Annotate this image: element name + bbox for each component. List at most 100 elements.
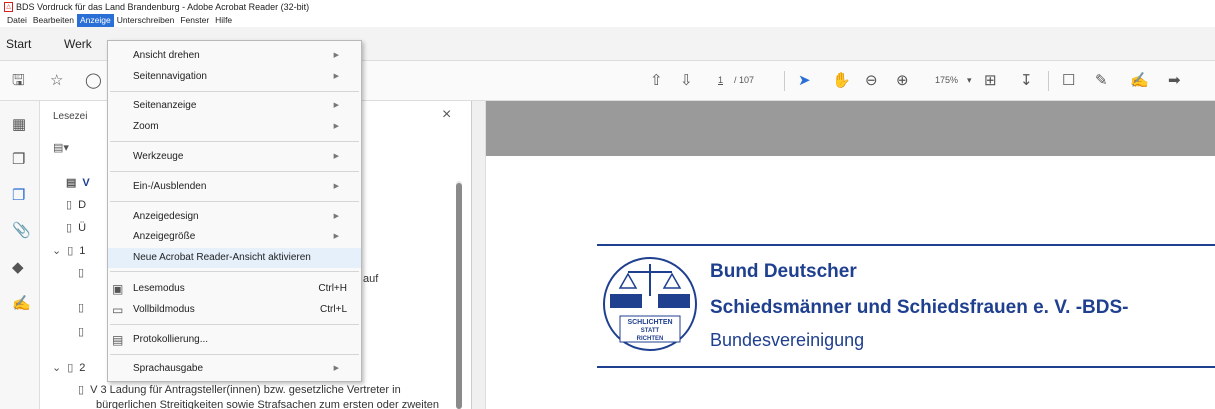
close-icon[interactable]: × (442, 106, 451, 124)
menu-bearbeiten[interactable]: Bearbeiten (30, 14, 77, 27)
tab-werkzeuge[interactable]: Werk (64, 37, 92, 51)
pdf-app-icon: △ (4, 2, 13, 12)
document-view[interactable]: SCHLICHTEN STATT RICHTEN Bund Deutscher … (472, 101, 1215, 409)
menu-item-ansicht-drehen[interactable]: Ansicht drehen ▶ (108, 46, 361, 66)
scrollbar-thumb[interactable] (456, 183, 462, 409)
menu-datei[interactable]: Datei (4, 14, 30, 27)
select-arrow-icon[interactable]: ➤ (798, 72, 811, 90)
menu-hilfe[interactable]: Hilfe (212, 14, 235, 27)
menu-item-anzeigegroesse[interactable]: Anzeigegröße ▶ (108, 227, 361, 247)
zoom-level-select[interactable]: 175% (935, 75, 958, 85)
fit-page-icon[interactable]: ⊞ (984, 72, 997, 90)
menu-fenster[interactable]: Fenster (177, 14, 212, 27)
zoom-in-icon[interactable]: ⊕ (896, 72, 909, 90)
submenu-arrow-icon: ▶ (333, 123, 339, 130)
highlight-pen-icon[interactable]: ✎ (1095, 72, 1108, 90)
star-icon[interactable]: ☆ (50, 72, 63, 90)
read-mode-icon: ▣ (112, 282, 124, 296)
signature-icon[interactable]: ✍ (12, 294, 31, 312)
bookmark-item[interactable]: ▯ V 3 Ladung für Antragsteller(innen) bzw… (78, 383, 401, 396)
share-icon[interactable]: ◯ (85, 72, 102, 90)
menu-separator (110, 354, 359, 355)
chevron-down-icon[interactable]: ⌄ (52, 245, 61, 257)
menu-item-zoom[interactable]: Zoom ▶ (108, 117, 361, 137)
bookmark-item[interactable]: ▯ (78, 301, 90, 314)
header-rule-bottom (597, 366, 1215, 368)
page-up-icon[interactable]: ⇧ (650, 72, 663, 90)
bookmark-icon: ▯ (66, 222, 73, 234)
menu-bar: Datei Bearbeiten Anzeige Unterschreiben … (0, 14, 1215, 27)
menu-separator (110, 141, 359, 142)
attachment-icon[interactable]: 📎 (12, 221, 31, 239)
toolbar-divider (784, 71, 785, 91)
menu-separator (110, 271, 359, 272)
copy-icon[interactable]: ❐ (12, 150, 25, 168)
bookmark-icon: ▯ (78, 267, 85, 279)
menu-item-sprachausgabe[interactable]: Sprachausgabe ▶ (108, 359, 361, 379)
bookmark-item[interactable]: ▯ (78, 266, 90, 279)
title-bar: △ BDS Vordruck für das Land Brandenburg … (0, 0, 1215, 14)
page-number-input[interactable]: 1 (718, 75, 723, 85)
bookmark-item[interactable]: ▤ V (66, 176, 90, 189)
comment-icon[interactable]: ☐ (1062, 72, 1075, 90)
page-gap-background (486, 101, 1215, 156)
submenu-arrow-icon: ▶ (333, 365, 339, 372)
menu-unterschreiben[interactable]: Unterschreiben (114, 14, 178, 27)
logo-text-2: STATT (641, 328, 660, 334)
submenu-arrow-icon: ▶ (333, 153, 339, 160)
menu-item-werkzeuge[interactable]: Werkzeuge ▶ (108, 147, 361, 167)
send-icon[interactable]: ➡ (1168, 72, 1181, 90)
chevron-down-icon[interactable]: ⌄ (52, 362, 61, 374)
header-rule-top (597, 244, 1215, 246)
bookmark-item[interactable]: ▯ D (66, 198, 86, 211)
bds-logo: SCHLICHTEN STATT RICHTEN (603, 257, 697, 351)
bookmark-icon[interactable]: ❐ (12, 186, 25, 204)
panel-title: Lesezei (53, 111, 88, 122)
menu-item-protokollierung[interactable]: ▤ Protokollierung... (108, 330, 361, 350)
sign-icon[interactable]: ✍ (1130, 72, 1149, 90)
menu-item-ein-ausblenden[interactable]: Ein-/Ausblenden ▶ (108, 177, 361, 197)
page-thumbnails-icon[interactable]: ▦ (12, 115, 26, 133)
menu-item-seitennavigation[interactable]: Seitennavigation ▶ (108, 67, 361, 87)
zoom-out-icon[interactable]: ⊖ (865, 72, 878, 90)
menu-separator (110, 201, 359, 202)
submenu-arrow-icon: ▶ (333, 52, 339, 59)
bookmark-item[interactable]: ⌄ ▯ 1 (52, 244, 85, 257)
document-heading-2: Schiedsmänner und Schiedsfrauen e. V. -B… (710, 297, 1129, 318)
bookmark-icon: ▯ (78, 326, 85, 338)
save-icon[interactable]: 🖫 (12, 72, 25, 90)
layers-icon[interactable]: ◆ (12, 258, 24, 276)
bookmark-item[interactable]: ▯ (78, 325, 90, 338)
page-down-icon[interactable]: ⇩ (680, 72, 693, 90)
navigation-rail: ▦ ❐ ❐ 📎 ◆ ✍ (0, 101, 40, 409)
submenu-arrow-icon: ▶ (333, 183, 339, 190)
shortcut-label: Ctrl+H (318, 283, 347, 294)
menu-item-anzeigedesign[interactable]: Anzeigedesign ▶ (108, 207, 361, 227)
bookmark-icon: ▯ (67, 245, 74, 257)
chevron-down-icon[interactable]: ▾ (967, 75, 972, 86)
bookmark-item[interactable]: ⌄ ▯ 2 (52, 361, 85, 374)
submenu-arrow-icon: ▶ (333, 213, 339, 220)
options-menu-icon[interactable]: ▤▾ (53, 141, 69, 154)
menu-separator (110, 91, 359, 92)
bookmark-icon: ▯ (67, 362, 74, 374)
tab-start[interactable]: Start (6, 37, 31, 51)
shortcut-label: Ctrl+L (320, 304, 347, 315)
menu-item-lesemodus[interactable]: ▣ Lesemodus Ctrl+H (108, 279, 361, 299)
menu-item-vollbildmodus[interactable]: ▭ Vollbildmodus Ctrl+L (108, 300, 361, 320)
menu-item-neue-ansicht[interactable]: Neue Acrobat Reader-Ansicht aktivieren (108, 248, 361, 268)
log-icon: ▤ (112, 333, 124, 347)
bookmark-icon: ▯ (78, 302, 85, 314)
page-total: / 107 (734, 75, 755, 85)
window-title: BDS Vordruck für das Land Brandenburg - … (16, 2, 310, 12)
scroll-mode-icon[interactable]: ↧ (1020, 72, 1033, 90)
bookmark-item[interactable]: ▯ Ü (66, 221, 86, 234)
menu-anzeige[interactable]: Anzeige (76, 14, 114, 27)
logo-text-1: SCHLICHTEN (627, 319, 672, 326)
menu-item-seitenanzeige[interactable]: Seitenanzeige ▶ (108, 96, 361, 116)
anzeige-dropdown-menu: Ansicht drehen ▶ Seitennavigation ▶ Seiten… (107, 40, 362, 382)
bookmark-group-icon: ▤ (66, 177, 77, 189)
submenu-arrow-icon: ▶ (333, 233, 339, 240)
hand-tool-icon[interactable]: ✋ (832, 72, 851, 90)
bookmark-item-continuation: bürgerlichen Streitigkeiten sowie Strafs… (96, 399, 440, 409)
